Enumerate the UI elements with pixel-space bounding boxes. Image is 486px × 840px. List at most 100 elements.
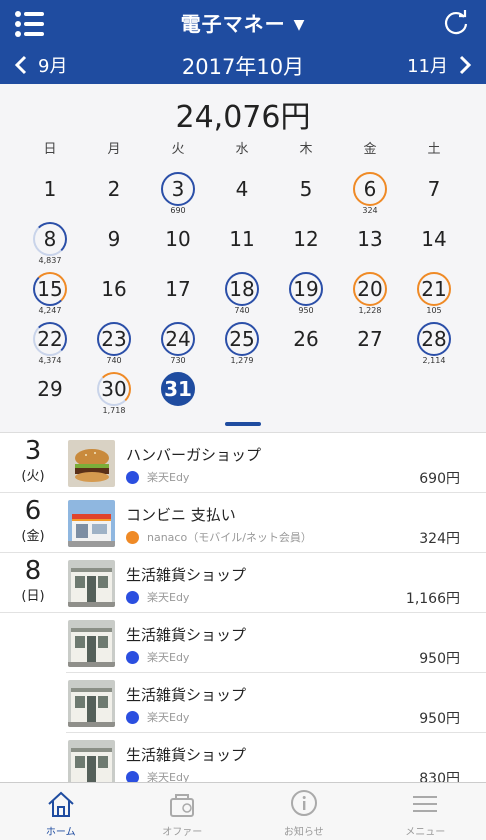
calendar-day[interactable]: 22 4,374	[18, 318, 82, 368]
transaction-row[interactable]: 3 (火) ハンバーガショップ 楽天Edy 690円	[0, 433, 486, 493]
calendar-day[interactable]: 7	[402, 168, 466, 218]
transaction-date: 3 (火)	[0, 437, 66, 484]
payment-dot-icon	[126, 650, 139, 664]
transaction-list[interactable]: 3 (火) ハンバーガショップ 楽天Edy 690円 6 (金) コンビニ 支払い nanaco…	[0, 432, 486, 782]
day-number: 26	[293, 327, 319, 351]
tab-label: お知らせ	[283, 827, 324, 838]
transaction-row[interactable]: 生活雑貨ショップ 楽天Edy 950円	[66, 613, 486, 673]
day-number: 28	[421, 327, 447, 351]
calendar-day[interactable]: 15 4,247	[18, 268, 82, 318]
calendar-day[interactable]: 26	[274, 318, 338, 368]
calendar-day[interactable]: 9	[82, 218, 146, 268]
calendar-day[interactable]: 14	[402, 218, 466, 268]
calendar-day[interactable]: 28 2,114	[402, 318, 466, 368]
calendar-day[interactable]: 11	[210, 218, 274, 268]
shop-name: 生活雑貨ショップ	[126, 746, 247, 764]
calendar-day[interactable]: 27	[338, 318, 402, 368]
calendar-day[interactable]: 12	[274, 218, 338, 268]
shop-thumbnail	[68, 500, 115, 547]
shop-name: 生活雑貨ショップ	[126, 686, 247, 704]
payment-method-label: 楽天Edy	[147, 651, 190, 664]
next-month-button[interactable]: 11月	[407, 52, 472, 78]
date-weekday: (日)	[21, 589, 45, 604]
day-amount: 1,228	[358, 306, 382, 315]
calendar-day[interactable]: 24 730	[146, 318, 210, 368]
drag-handle[interactable]	[225, 422, 261, 426]
shop-thumbnail	[68, 440, 115, 487]
tab-info[interactable]: お知らせ	[243, 783, 365, 840]
tab-label: メニュー	[405, 827, 446, 838]
calendar-day[interactable]: 31	[146, 368, 210, 418]
weekday-label: 日	[43, 142, 57, 157]
payment-dot-icon	[126, 470, 139, 484]
day-number: 20	[357, 277, 383, 301]
day-amount: 950	[298, 306, 314, 315]
calendar-day[interactable]: 25 1,279	[210, 318, 274, 368]
calendar-day[interactable]: 23 740	[82, 318, 146, 368]
transaction-row[interactable]: 6 (金) コンビニ 支払い nanaco（モバイル/ネット会員） 324円	[0, 493, 486, 553]
transaction-price: 950円	[419, 651, 460, 667]
calendar-day[interactable]: 6 324	[338, 168, 402, 218]
transaction-row[interactable]: 生活雑貨ショップ 楽天Edy 950円	[66, 673, 486, 733]
weekday-label: 火	[171, 142, 185, 157]
calendar-day[interactable]: 4	[210, 168, 274, 218]
day-amount: 4,374	[38, 356, 62, 365]
month-navigation: 9月 2017年10月 11月	[0, 48, 486, 84]
day-amount: 740	[234, 306, 250, 315]
calendar-day[interactable]: 21 105	[402, 268, 466, 318]
day-amount: 2,114	[422, 356, 446, 365]
calendar-day[interactable]: 29	[18, 368, 82, 418]
day-number: 12	[293, 227, 319, 251]
tab-home[interactable]: ホーム	[0, 783, 122, 840]
day-amount: 690	[170, 206, 186, 215]
day-amount: 740	[106, 356, 122, 365]
calendar-day[interactable]: 5	[274, 168, 338, 218]
day-number: 15	[37, 277, 63, 301]
day-number: 31	[164, 377, 192, 401]
day-number: 4	[235, 177, 249, 201]
day-number: 3	[171, 177, 185, 201]
tab-menu[interactable]: メニュー	[365, 783, 486, 840]
calendar-day[interactable]: 30 1,718	[82, 368, 146, 418]
calendar-day[interactable]: 20 1,228	[338, 268, 402, 318]
weekday-label: 土	[427, 142, 441, 157]
payment-method: 楽天Edy	[126, 769, 189, 782]
date-weekday: (金)	[21, 529, 45, 544]
shop-name: 生活雑貨ショップ	[126, 566, 247, 584]
payment-method: 楽天Edy	[126, 469, 189, 485]
weekday-header: 日月火水木金土	[18, 138, 468, 157]
chevron-right-icon	[459, 55, 472, 75]
payment-method-label: nanaco（モバイル/ネット会員）	[147, 531, 312, 544]
payment-dot-icon	[126, 590, 139, 604]
money-type-dropdown[interactable]: 電子マネー ▼	[0, 8, 486, 37]
day-number: 23	[101, 327, 127, 351]
day-number: 22	[37, 327, 63, 351]
calendar-day[interactable]: 18 740	[210, 268, 274, 318]
calendar-day[interactable]: 3 690	[146, 168, 210, 218]
payment-method: 楽天Edy	[126, 709, 189, 725]
payment-method-label: 楽天Edy	[147, 771, 190, 782]
day-number: 19	[293, 277, 319, 301]
tab-offer[interactable]: オファー	[122, 783, 244, 840]
day-number: 27	[357, 327, 383, 351]
calendar-day[interactable]: 19 950	[274, 268, 338, 318]
calendar: 24,076円 日月火水木金土 1 2 3 690 4 5 6 324 7 8 4,837 9 10 11…	[0, 84, 486, 432]
refresh-icon[interactable]	[442, 9, 470, 37]
calendar-day[interactable]: 16	[82, 268, 146, 318]
day-number: 7	[427, 177, 441, 201]
calendar-day[interactable]: 8 4,837	[18, 218, 82, 268]
day-number: 21	[421, 277, 447, 301]
calendar-day[interactable]: 17	[146, 268, 210, 318]
next-month-label: 11月	[407, 56, 448, 77]
calendar-day[interactable]: 1	[18, 168, 82, 218]
day-number: 1	[43, 177, 57, 201]
day-number: 13	[357, 227, 383, 251]
tab-label: オファー	[162, 827, 203, 838]
calendar-day[interactable]: 2	[82, 168, 146, 218]
day-number: 24	[165, 327, 191, 351]
day-number: 6	[363, 177, 377, 201]
transaction-row[interactable]: 生活雑貨ショップ 楽天Edy 830円	[66, 733, 486, 782]
transaction-row[interactable]: 8 (日) 生活雑貨ショップ 楽天Edy 1,166円	[0, 553, 486, 613]
calendar-day[interactable]: 10	[146, 218, 210, 268]
calendar-day[interactable]: 13	[338, 218, 402, 268]
